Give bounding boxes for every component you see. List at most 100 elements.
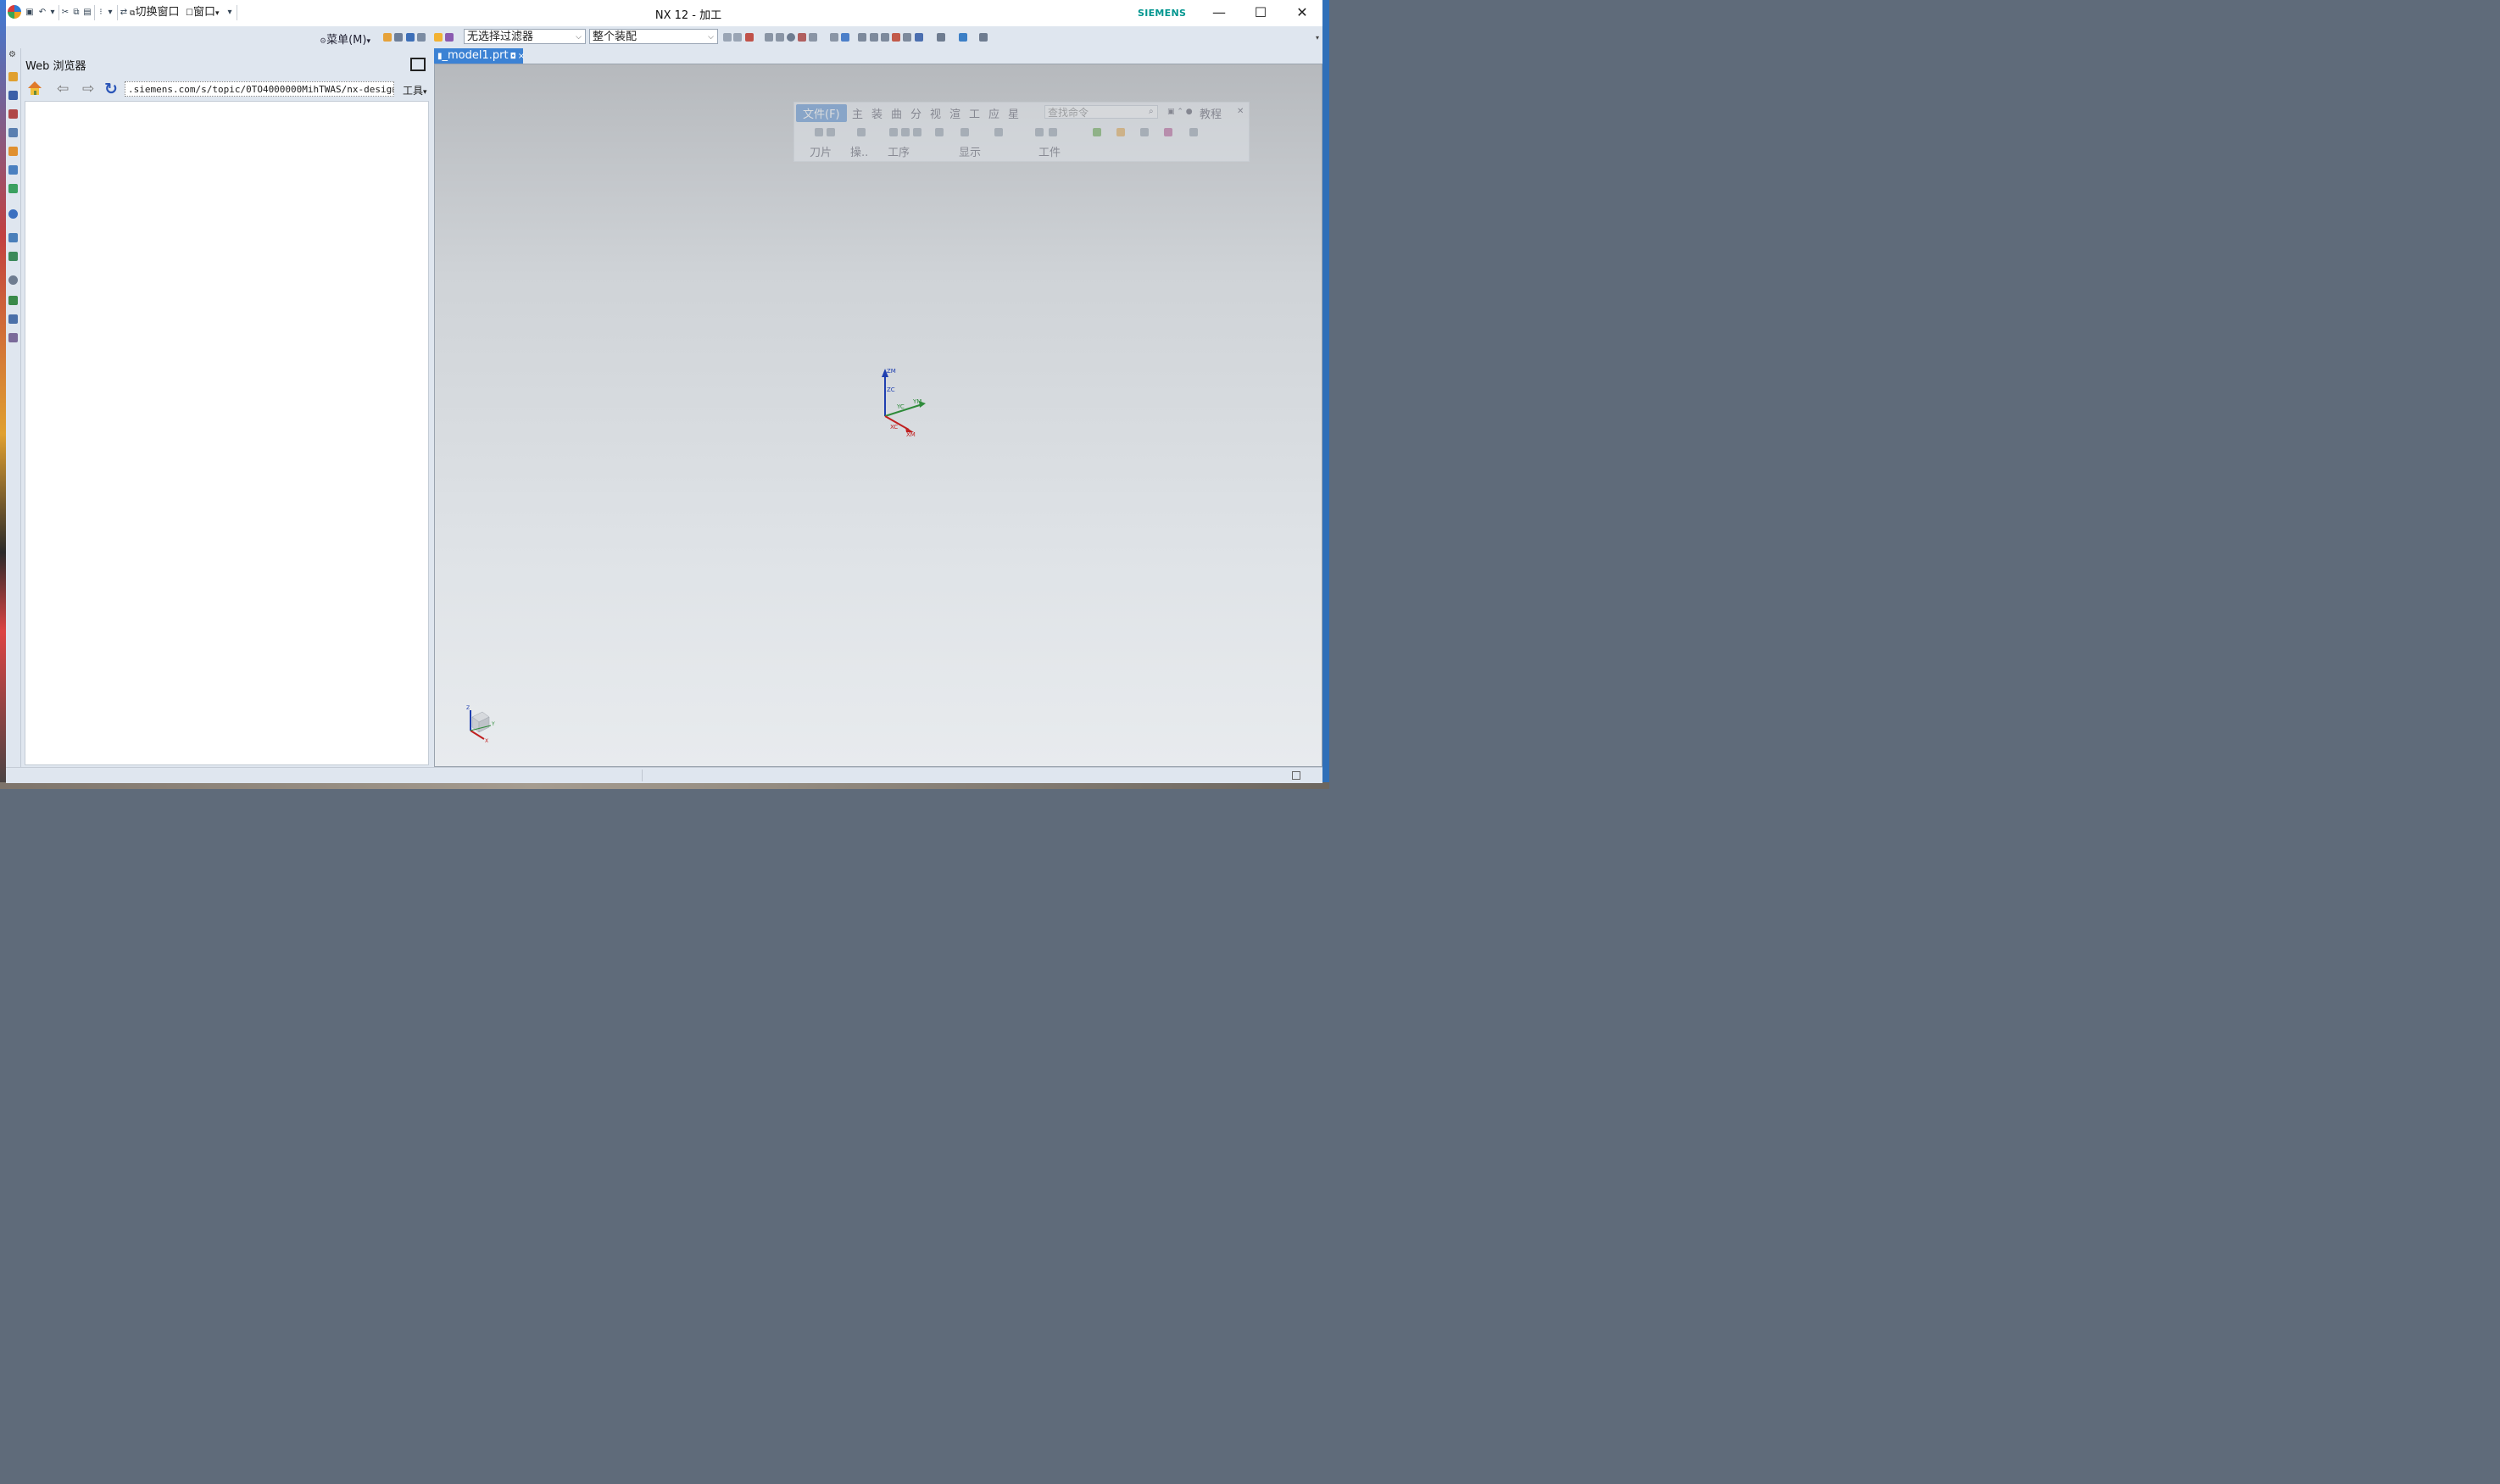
view-triad-icon[interactable] xyxy=(830,33,838,42)
fit-view-icon[interactable] xyxy=(858,33,866,42)
xm-label: XM xyxy=(906,431,916,438)
y-label: Y xyxy=(491,721,495,727)
snap-intersection-icon[interactable] xyxy=(809,33,817,42)
select-body-icon[interactable] xyxy=(406,33,415,42)
hd3d-tools-icon[interactable] xyxy=(8,184,18,193)
workpiece-icon[interactable] xyxy=(1035,128,1044,136)
tab-file[interactable]: 文件(F) xyxy=(796,104,847,122)
status-toggle-icon[interactable] xyxy=(1292,771,1300,780)
roles-icon[interactable] xyxy=(8,314,18,324)
minimize-button[interactable]: — xyxy=(1206,3,1232,22)
display-path-icon[interactable] xyxy=(960,128,969,136)
refresh-icon[interactable]: ↻ xyxy=(104,80,118,98)
nx-window: ▣ ↶ ▾ ✂ ⧉ ▤ ⁝ ▾ ⇄ ⧉切换窗口 ☐窗口▾ ▾ NX 12 - 加… xyxy=(6,0,1322,783)
zoom-view-icon[interactable] xyxy=(870,33,878,42)
status-divider xyxy=(642,770,643,781)
web-browser-icon[interactable] xyxy=(8,209,18,219)
tab-application[interactable]: 应 xyxy=(988,105,999,121)
history-icon[interactable] xyxy=(8,233,18,242)
ribbon-group-operations: 工序 xyxy=(888,147,910,159)
create-operation-icon[interactable] xyxy=(901,128,910,136)
close-icon[interactable]: ✕ xyxy=(1237,107,1244,116)
tutorial-button[interactable]: 教程 xyxy=(1200,105,1222,121)
ribbon-options-icon[interactable]: ▣ ⌃ ● xyxy=(1167,108,1193,116)
machine-tool-navigator-icon[interactable] xyxy=(8,147,18,156)
create-operation-icon[interactable] xyxy=(913,128,921,136)
selection-filter-icon[interactable] xyxy=(383,33,392,42)
refresh-path-icon[interactable] xyxy=(1164,128,1172,136)
postprocess-icon[interactable] xyxy=(1116,128,1125,136)
tools-menu-button[interactable]: 工具▾ xyxy=(403,83,427,97)
work-layer-icon[interactable] xyxy=(959,33,967,42)
snap-end-icon[interactable] xyxy=(733,33,742,42)
move-component-icon[interactable] xyxy=(979,33,988,42)
menu-button[interactable]: ⚙菜单(M)▾ xyxy=(320,31,370,47)
help-icon[interactable] xyxy=(8,252,18,261)
graphics-window[interactable]: 文件(F) 主 装 曲 分 视 渲 工 应 星 查找命令 ⌕ ▣ ⌃ ● 教程 … xyxy=(434,64,1322,767)
assembly-navigator-icon[interactable] xyxy=(8,91,18,100)
home-icon[interactable] xyxy=(26,80,43,97)
layer-filter-icon[interactable] xyxy=(445,33,454,42)
search-icon[interactable]: ⌕ xyxy=(1149,107,1154,116)
tab-assemblies[interactable]: 装 xyxy=(871,105,883,121)
web-browser-content[interactable] xyxy=(25,101,429,765)
gear-icon[interactable]: ⚙ xyxy=(8,50,16,59)
select-edge-icon[interactable] xyxy=(417,33,426,42)
add-icon[interactable] xyxy=(1140,128,1149,136)
web-browser-panel: Web 浏览器 ⇦ ⇨ ↻ .siemens.com/s/topic/0TO40… xyxy=(21,48,431,767)
maximize-button[interactable]: ☐ xyxy=(1248,3,1273,22)
url-input[interactable]: .siemens.com/s/topic/0TO4000000MihTWAS/n… xyxy=(125,81,394,97)
close-tab-icon[interactable]: × xyxy=(518,52,525,61)
create-operation-icon[interactable] xyxy=(889,128,898,136)
tab-analysis[interactable]: 分 xyxy=(910,105,921,121)
tab-view[interactable]: 视 xyxy=(930,105,941,121)
close-button[interactable]: ✕ xyxy=(1289,3,1315,22)
toolbar-overflow-icon[interactable]: ▾ xyxy=(1316,34,1319,42)
edit-section-icon[interactable] xyxy=(937,33,945,42)
reuse-library-icon[interactable] xyxy=(8,165,18,175)
create-geometry-icon[interactable] xyxy=(857,128,866,136)
back-arrow-icon[interactable]: ⇦ xyxy=(57,81,69,97)
create-tool-icon[interactable] xyxy=(827,128,835,136)
snap-quadrant-icon[interactable] xyxy=(798,33,806,42)
ribbon-group-actions: 操.. xyxy=(850,147,869,159)
snap-options-icon[interactable] xyxy=(745,33,754,42)
tab-render[interactable]: 渲 xyxy=(949,105,960,121)
tab-curve[interactable]: 曲 xyxy=(891,105,902,121)
part-navigator-icon[interactable] xyxy=(8,72,18,81)
constraint-navigator-icon[interactable] xyxy=(8,109,18,119)
select-feature-icon[interactable] xyxy=(394,33,403,42)
undock-icon[interactable]: ◘ xyxy=(510,53,516,61)
tab-label: _model1.prt xyxy=(442,49,509,62)
forward-arrow-icon[interactable]: ⇨ xyxy=(82,81,94,97)
display-tool-icon[interactable] xyxy=(935,128,944,136)
rotate-view-icon[interactable] xyxy=(881,33,889,42)
type-filter-icon[interactable] xyxy=(434,33,443,42)
create-tool-icon[interactable] xyxy=(815,128,823,136)
snap-mid-icon[interactable] xyxy=(765,33,773,42)
display-option-icon[interactable] xyxy=(994,128,1003,136)
pan-view-icon[interactable] xyxy=(892,33,900,42)
snap-point-icon[interactable] xyxy=(723,33,732,42)
snap-control-icon[interactable] xyxy=(776,33,784,42)
clock-icon[interactable] xyxy=(8,275,18,285)
yc-label: YC xyxy=(896,403,905,410)
tab-star[interactable]: 星 xyxy=(1008,105,1019,121)
snap-center-icon[interactable] xyxy=(787,33,795,42)
shaded-view-icon[interactable] xyxy=(841,33,849,42)
command-search-input[interactable]: 查找命令 xyxy=(1044,105,1158,119)
tab-model1-prt[interactable]: ▮_model1.prt ◘ × xyxy=(434,48,525,64)
operation-navigator-icon[interactable] xyxy=(8,128,18,137)
tab-home[interactable]: 主 xyxy=(852,105,863,121)
process-studio-icon[interactable] xyxy=(8,296,18,305)
tab-tools[interactable]: 工 xyxy=(969,105,980,121)
verify-icon[interactable] xyxy=(1093,128,1101,136)
shop-doc-icon[interactable] xyxy=(1189,128,1198,136)
maximize-panel-icon[interactable] xyxy=(410,58,426,71)
selection-filter-combo[interactable]: 无选择过滤器 ⌵ xyxy=(464,29,586,44)
system-scenes-icon[interactable] xyxy=(8,333,18,342)
orient-view-icon[interactable] xyxy=(903,33,911,42)
workpiece-icon[interactable] xyxy=(1049,128,1057,136)
render-style-icon[interactable] xyxy=(915,33,923,42)
selection-scope-combo[interactable]: 整个装配 ⌵ xyxy=(589,29,718,44)
